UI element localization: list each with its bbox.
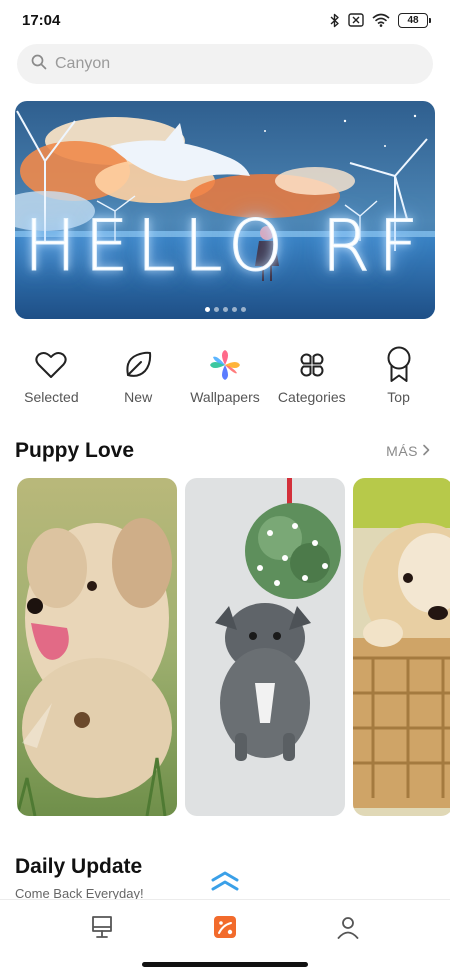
banner-title: HELLO RF — [23, 205, 427, 288]
profile-icon — [336, 915, 360, 944]
carousel-dot — [222, 307, 228, 312]
double-chevron-up-icon — [210, 870, 240, 897]
wallpaper-card[interactable] — [353, 478, 450, 816]
search-input[interactable] — [55, 55, 395, 73]
more-link[interactable]: MÁS — [386, 443, 430, 459]
carousel-dot — [231, 307, 237, 312]
battery-level: 48 — [407, 14, 419, 26]
carousel-indicator — [15, 307, 435, 312]
section-header: Puppy Love MÁS — [15, 436, 430, 466]
carousel-dot — [213, 307, 219, 312]
no-sim-icon — [348, 13, 364, 27]
clover-grid-icon — [297, 347, 327, 383]
quick-nav-label: Top — [387, 389, 410, 405]
quick-nav-label: Selected — [24, 389, 79, 405]
quick-nav-new[interactable]: New — [98, 347, 178, 417]
bluetooth-icon — [330, 13, 340, 28]
wifi-icon — [372, 13, 390, 27]
heart-icon — [35, 347, 68, 383]
section-title: Puppy Love — [15, 439, 135, 462]
puppy-basket-image — [353, 478, 450, 816]
scroll-to-top-button[interactable] — [208, 870, 242, 896]
daily-update-subtitle: Come Back Everyday! — [15, 886, 144, 900]
fluffy-dog-image — [17, 478, 177, 816]
status-icons: 48 — [330, 12, 431, 28]
kiosk-icon — [89, 914, 115, 945]
chevron-right-icon — [422, 443, 430, 459]
battery-icon: 48 — [398, 12, 431, 28]
quick-nav: Selected New Wallpapers Categories Top — [0, 346, 450, 417]
quick-nav-categories[interactable]: Categories — [272, 347, 352, 417]
bottom-nav-profile[interactable] — [318, 905, 378, 955]
quick-nav-wallpapers[interactable]: Wallpapers — [185, 347, 265, 417]
more-link-label: MÁS — [386, 443, 418, 459]
bottom-nav — [0, 899, 450, 959]
quick-nav-label: Wallpapers — [190, 389, 260, 405]
daily-update-title: Daily Update — [15, 855, 143, 878]
bottom-nav-wallpapers[interactable] — [195, 905, 255, 955]
quick-nav-label: New — [124, 389, 153, 405]
wallpaper-card[interactable] — [185, 478, 345, 816]
leaf-icon — [123, 347, 153, 383]
pinwheel-icon — [209, 347, 241, 383]
carousel-dot — [204, 307, 210, 312]
ribbon-award-icon — [385, 346, 413, 383]
wallpaper-card[interactable] — [17, 478, 177, 816]
french-bulldog-image — [185, 478, 345, 816]
status-bar: 17:04 48 — [0, 0, 450, 40]
search-bar[interactable] — [17, 44, 433, 84]
quick-nav-label: Categories — [277, 389, 346, 405]
quick-nav-top[interactable]: Top — [359, 346, 439, 417]
featured-banner[interactable]: HELLO RF — [15, 101, 435, 319]
home-indicator — [142, 962, 308, 967]
wallpaper-carousel — [17, 478, 450, 816]
carousel-dot — [240, 307, 246, 312]
quick-nav-selected[interactable]: Selected — [11, 347, 91, 417]
search-icon — [31, 54, 47, 75]
wallpaper-app-icon — [213, 915, 237, 944]
bottom-nav-kiosk[interactable] — [72, 905, 132, 955]
status-time: 17:04 — [22, 11, 61, 29]
